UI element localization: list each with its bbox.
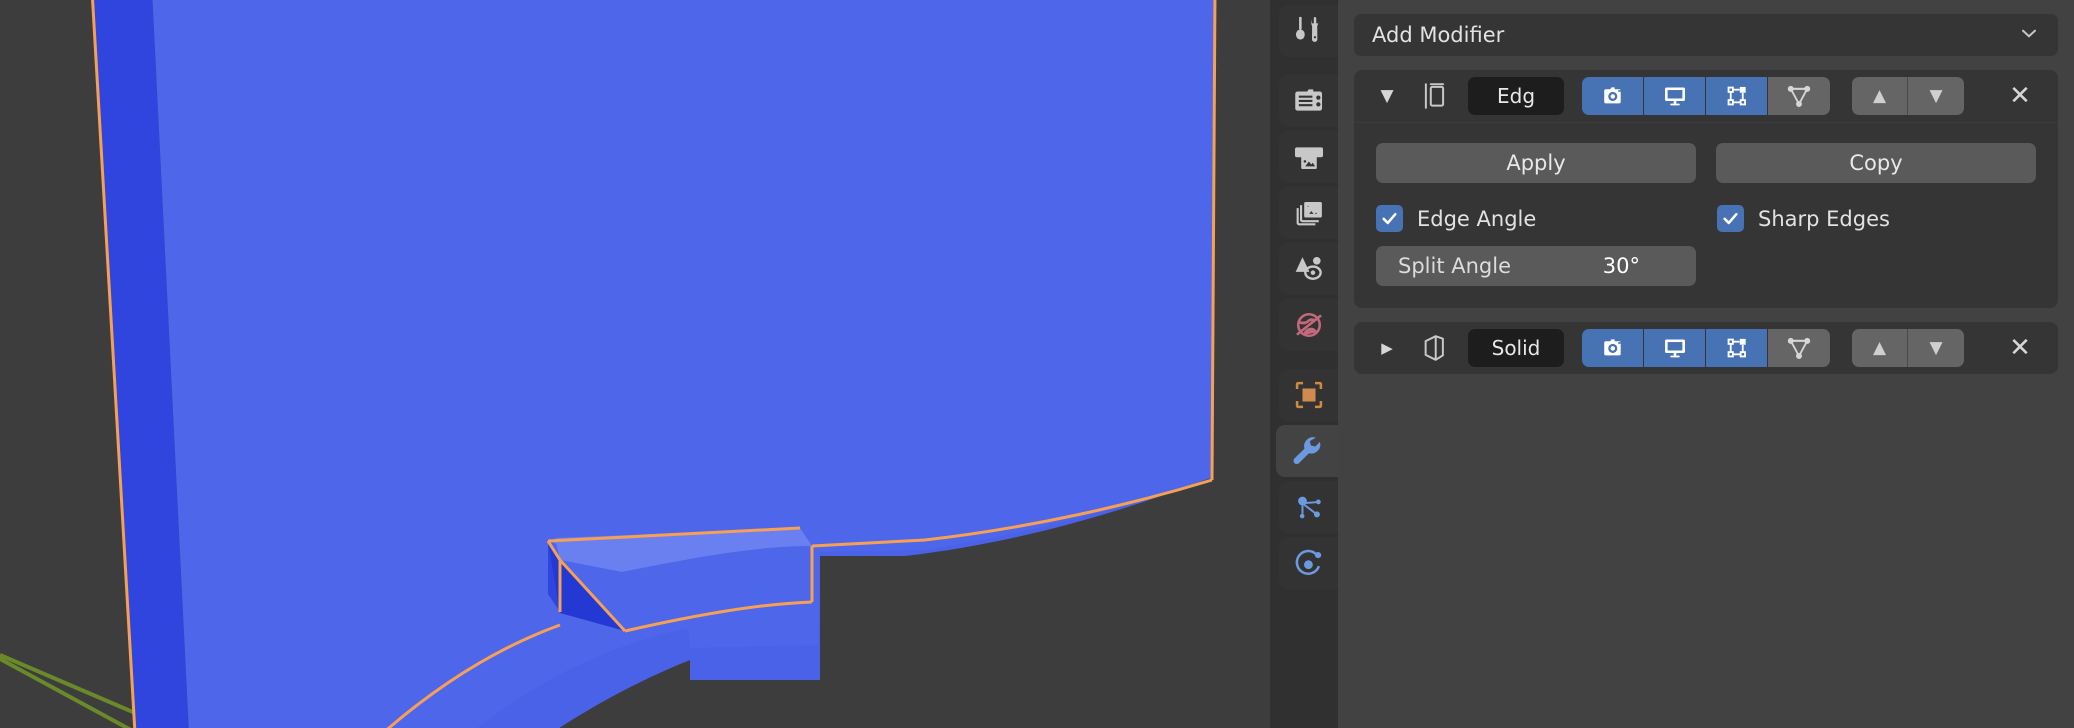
properties-editor: Add Modifier ▼ Edg ▲ ▼ ✕ Apply Copy Edge… bbox=[1270, 0, 2074, 728]
edge-angle-checkbox-cell[interactable]: Edge Angle bbox=[1376, 205, 1695, 232]
split-angle-label: Split Angle bbox=[1398, 254, 1511, 278]
modifier-card-edgesplit: ▼ Edg ▲ ▼ ✕ Apply Copy Edge Angle Sharp … bbox=[1354, 70, 2058, 308]
copy-button[interactable]: Copy bbox=[1716, 143, 2036, 183]
modifier-panel-area: Add Modifier ▼ Edg ▲ ▼ ✕ Apply Copy Edge… bbox=[1338, 0, 2074, 728]
realtime-toggle[interactable] bbox=[1644, 77, 1706, 115]
particles-icon bbox=[1292, 490, 1326, 524]
modifier-move-buttons: ▲ ▼ bbox=[1852, 77, 1964, 115]
move-up-button[interactable]: ▲ bbox=[1852, 329, 1908, 367]
realtime-toggle[interactable] bbox=[1644, 329, 1706, 367]
on-cage-toggle[interactable] bbox=[1768, 77, 1830, 115]
add-modifier-label: Add Modifier bbox=[1372, 23, 1505, 47]
sidebar-item-particles[interactable] bbox=[1279, 481, 1338, 533]
split-angle-value: 30° bbox=[1602, 254, 1640, 278]
camera-icon bbox=[1292, 84, 1326, 118]
chevron-down-icon bbox=[2018, 22, 2040, 49]
disclosure-triangle-icon[interactable]: ▶ bbox=[1374, 335, 1400, 361]
move-down-button[interactable]: ▼ bbox=[1908, 77, 1964, 115]
add-modifier-dropdown[interactable]: Add Modifier bbox=[1354, 14, 2058, 56]
printer-icon bbox=[1292, 140, 1326, 174]
3d-viewport[interactable] bbox=[0, 0, 1270, 728]
sharp-edges-checkbox-cell[interactable]: Sharp Edges bbox=[1695, 205, 2036, 232]
solidify-icon bbox=[1410, 331, 1458, 365]
modifier-card-solidify: ▶ Solid ▲ ▼ ✕ bbox=[1354, 322, 2058, 374]
split-angle-field[interactable]: Split Angle 30° bbox=[1376, 246, 1696, 286]
apply-button[interactable]: Apply bbox=[1376, 143, 1696, 183]
world-icon bbox=[1292, 308, 1326, 342]
modifier-display-toggles bbox=[1582, 329, 1830, 367]
sidebar-item-tool[interactable] bbox=[1279, 5, 1338, 57]
edgesplit-checkbox-row: Edge Angle Sharp Edges bbox=[1376, 205, 2036, 232]
sidebar-item-world[interactable] bbox=[1279, 299, 1338, 351]
sidebar-item-scene[interactable] bbox=[1279, 243, 1338, 295]
edge-angle-label: Edge Angle bbox=[1417, 206, 1537, 231]
edit-mode-toggle[interactable] bbox=[1706, 77, 1768, 115]
edge-angle-checkbox[interactable] bbox=[1376, 205, 1403, 232]
scene-icon bbox=[1292, 252, 1326, 286]
sidebar-item-render[interactable] bbox=[1279, 75, 1338, 127]
edge-split-icon bbox=[1410, 79, 1458, 113]
sidebar-item-modifiers[interactable] bbox=[1276, 425, 1338, 477]
modifier-name-field[interactable]: Solid bbox=[1468, 329, 1564, 367]
viewport-render bbox=[0, 0, 1270, 728]
sidebar-item-physics[interactable] bbox=[1279, 537, 1338, 589]
modifier-header: ▶ Solid ▲ ▼ ✕ bbox=[1354, 322, 2058, 374]
disclosure-triangle-icon[interactable]: ▼ bbox=[1374, 83, 1400, 109]
sidebar-item-object[interactable] bbox=[1279, 369, 1338, 421]
blender-window: Add Modifier ▼ Edg ▲ ▼ ✕ Apply Copy Edge… bbox=[0, 0, 2074, 728]
sharp-edges-label: Sharp Edges bbox=[1758, 206, 1890, 231]
modifier-name-field[interactable]: Edg bbox=[1468, 77, 1564, 115]
render-toggle[interactable] bbox=[1582, 77, 1644, 115]
move-down-button[interactable]: ▼ bbox=[1908, 329, 1964, 367]
images-icon bbox=[1292, 196, 1326, 230]
object-icon bbox=[1292, 378, 1326, 412]
modifier-display-toggles bbox=[1582, 77, 1830, 115]
sharp-edges-checkbox[interactable] bbox=[1717, 205, 1744, 232]
on-cage-toggle[interactable] bbox=[1768, 329, 1830, 367]
wrench-icon bbox=[1289, 433, 1325, 469]
remove-modifier-button[interactable]: ✕ bbox=[2000, 77, 2040, 115]
modifier-body: Apply Copy Edge Angle Sharp Edges Split … bbox=[1354, 122, 2058, 308]
physics-icon bbox=[1292, 546, 1326, 580]
tool-icon bbox=[1292, 14, 1326, 48]
sidebar-item-view-layer[interactable] bbox=[1279, 187, 1338, 239]
properties-tab-rail bbox=[1270, 0, 1338, 728]
split-angle-row: Split Angle 30° bbox=[1376, 246, 2036, 286]
sidebar-item-output[interactable] bbox=[1279, 131, 1338, 183]
remove-modifier-button[interactable]: ✕ bbox=[2000, 329, 2040, 367]
edit-mode-toggle[interactable] bbox=[1706, 329, 1768, 367]
move-up-button[interactable]: ▲ bbox=[1852, 77, 1908, 115]
apply-copy-row: Apply Copy bbox=[1376, 143, 2036, 183]
modifier-header: ▼ Edg ▲ ▼ ✕ bbox=[1354, 70, 2058, 122]
modifier-move-buttons: ▲ ▼ bbox=[1852, 329, 1964, 367]
render-toggle[interactable] bbox=[1582, 329, 1644, 367]
